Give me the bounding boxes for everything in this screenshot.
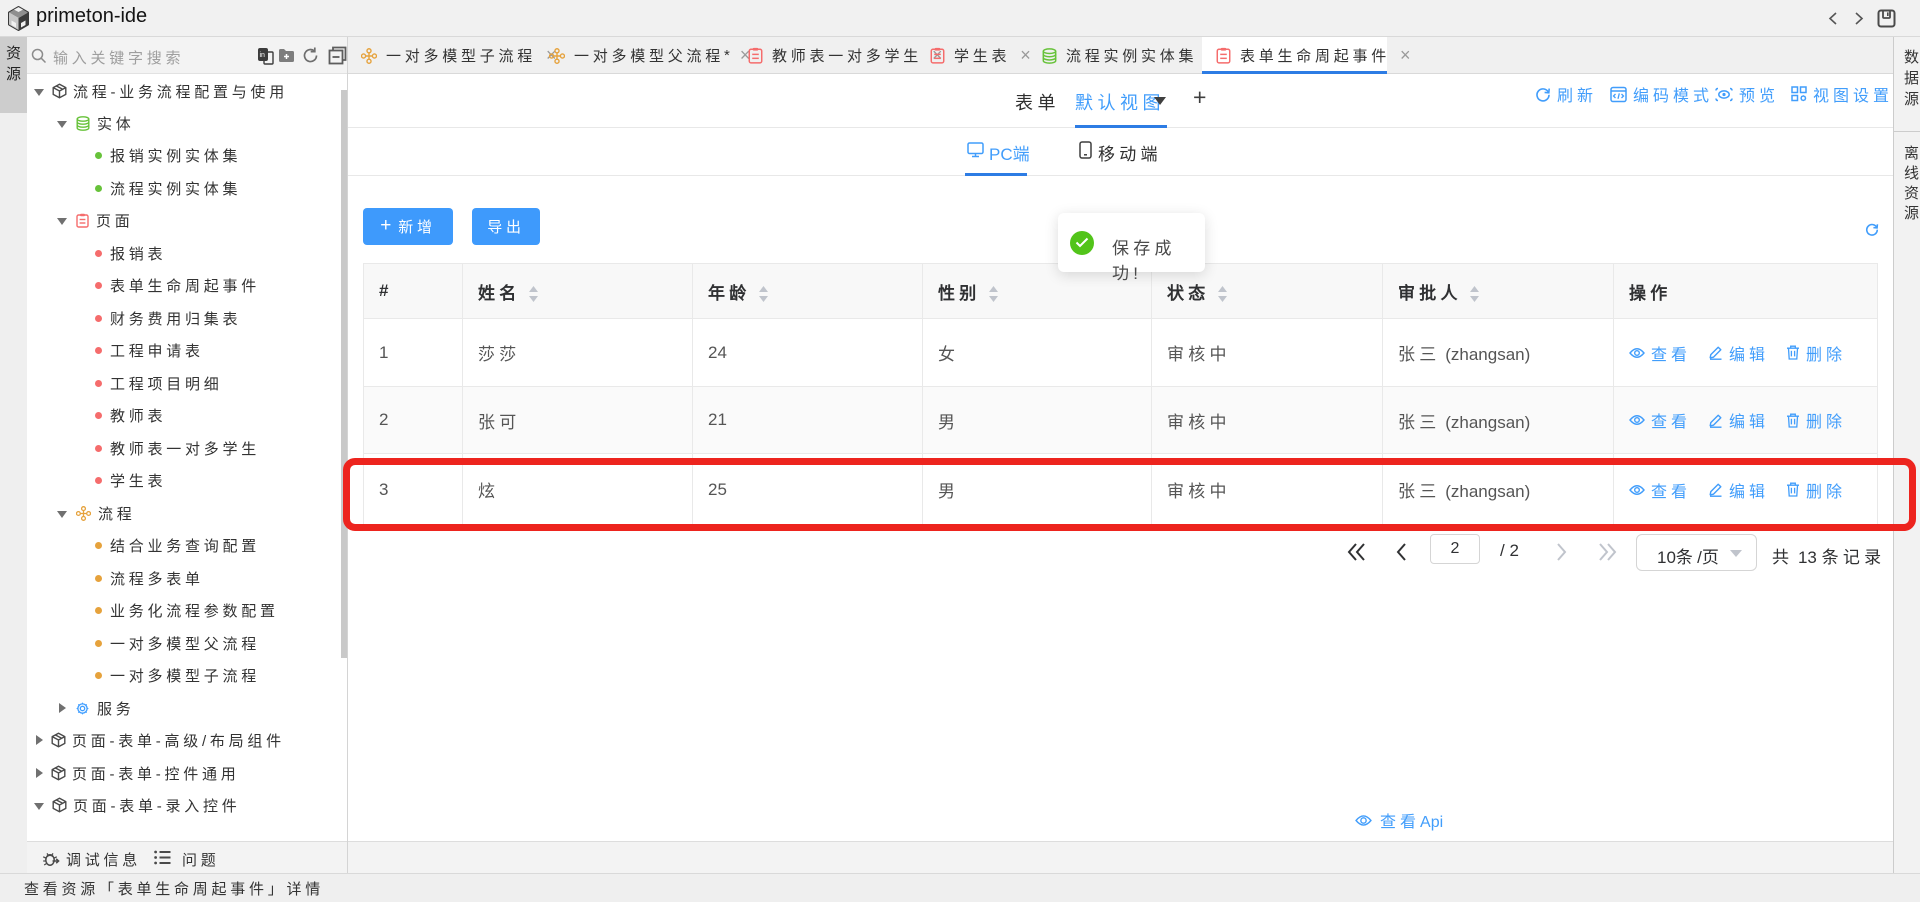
svg-text:in: in xyxy=(260,52,266,59)
